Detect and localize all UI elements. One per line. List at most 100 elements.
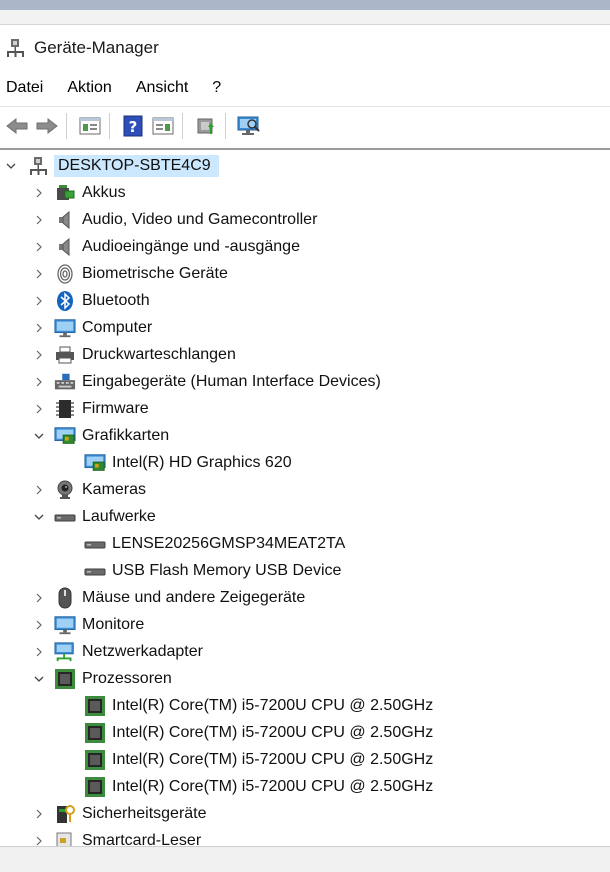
tree-item-label[interactable]: Biometrische Geräte bbox=[82, 265, 228, 283]
svg-text:?: ? bbox=[129, 118, 138, 136]
menu-bar: Datei Aktion Ansicht ? bbox=[0, 72, 610, 104]
tree-item-cameras[interactable]: Kameras bbox=[0, 476, 610, 503]
tree-item-label[interactable]: Audioeingänge und -ausgänge bbox=[82, 238, 300, 256]
tree-item-label[interactable]: Monitore bbox=[82, 616, 144, 634]
tree-item-label[interactable]: Druckwarteschlangen bbox=[82, 346, 236, 364]
chevron-right-icon[interactable] bbox=[32, 294, 46, 308]
tree-device-cpu-0[interactable]: Intel(R) Core(TM) i5-7200U CPU @ 2.50GHz bbox=[0, 692, 610, 719]
chevron-down-icon[interactable] bbox=[32, 672, 46, 686]
tree-item-label[interactable]: Firmware bbox=[82, 400, 149, 418]
tree-item-label[interactable]: Intel(R) Core(TM) i5-7200U CPU @ 2.50GHz bbox=[112, 751, 433, 769]
help-icon[interactable]: ? bbox=[120, 113, 146, 139]
tree-item-label[interactable]: Computer bbox=[82, 319, 152, 337]
bluetooth-icon bbox=[54, 290, 76, 312]
chevron-right-icon[interactable] bbox=[32, 348, 46, 362]
chevron-right-icon[interactable] bbox=[32, 645, 46, 659]
processor-icon bbox=[84, 695, 106, 717]
network-icon bbox=[54, 641, 76, 663]
tree-item-network[interactable]: Netzwerkadapter bbox=[0, 638, 610, 665]
tree-item-label[interactable]: Laufwerke bbox=[82, 508, 156, 526]
chevron-right-icon[interactable] bbox=[32, 213, 46, 227]
chevron-right-icon[interactable] bbox=[32, 186, 46, 200]
computer-root-icon bbox=[28, 155, 50, 177]
tree-root-row[interactable]: DESKTOP-SBTE4C9 bbox=[0, 152, 610, 179]
display-adapter-icon bbox=[54, 425, 76, 447]
back-arrow-icon[interactable] bbox=[4, 113, 30, 139]
toolbar-separator bbox=[66, 113, 67, 139]
fingerprint-icon bbox=[54, 263, 76, 285]
display-adapter-icon bbox=[84, 452, 106, 474]
tree-device-cpu-3[interactable]: Intel(R) Core(TM) i5-7200U CPU @ 2.50GHz bbox=[0, 773, 610, 800]
tree-item-audio-io[interactable]: Audioeingänge und -ausgänge bbox=[0, 233, 610, 260]
tree-item-label[interactable]: Kameras bbox=[82, 481, 146, 499]
tree-device-cpu-2[interactable]: Intel(R) Core(TM) i5-7200U CPU @ 2.50GHz bbox=[0, 746, 610, 773]
tree-device-cpu-1[interactable]: Intel(R) Core(TM) i5-7200U CPU @ 2.50GHz bbox=[0, 719, 610, 746]
tree-item-graphics[interactable]: Grafikkarten bbox=[0, 422, 610, 449]
tree-item-label[interactable]: Audio, Video und Gamecontroller bbox=[82, 211, 317, 229]
tree-root-label[interactable]: DESKTOP-SBTE4C9 bbox=[54, 154, 219, 177]
tree-item-monitors[interactable]: Monitore bbox=[0, 611, 610, 638]
tree-device-lense-ssd[interactable]: LENSE20256GMSP34MEAT2TA bbox=[0, 530, 610, 557]
tree-item-akkus[interactable]: Akkus bbox=[0, 179, 610, 206]
tree-device-usb-flash[interactable]: USB Flash Memory USB Device bbox=[0, 557, 610, 584]
properties-icon[interactable] bbox=[150, 113, 176, 139]
tree-device-intel-hd-620[interactable]: Intel(R) HD Graphics 620 bbox=[0, 449, 610, 476]
tree-item-print-queues[interactable]: Druckwarteschlangen bbox=[0, 341, 610, 368]
tree-item-hid[interactable]: Eingabegeräte (Human Interface Devices) bbox=[0, 368, 610, 395]
tree-item-label[interactable]: Grafikkarten bbox=[82, 427, 169, 445]
chevron-down-icon[interactable] bbox=[32, 429, 46, 443]
tree-item-biometric[interactable]: Biometrische Geräte bbox=[0, 260, 610, 287]
tree-item-label[interactable]: USB Flash Memory USB Device bbox=[112, 562, 341, 580]
tree-item-audio-video[interactable]: Audio, Video und Gamecontroller bbox=[0, 206, 610, 233]
tree-item-drives[interactable]: Laufwerke bbox=[0, 503, 610, 530]
security-device-icon bbox=[54, 803, 76, 825]
device-manager-icon bbox=[6, 38, 26, 58]
tree-item-label[interactable]: Eingabegeräte (Human Interface Devices) bbox=[82, 373, 381, 391]
tree-item-label[interactable]: Sicherheitsgeräte bbox=[82, 805, 207, 823]
chevron-right-icon[interactable] bbox=[32, 402, 46, 416]
menu-ansicht[interactable]: Ansicht bbox=[130, 79, 200, 97]
tree-item-smartcard[interactable]: Smartcard-Leser bbox=[0, 827, 610, 848]
chevron-right-icon[interactable] bbox=[32, 618, 46, 632]
chevron-right-icon[interactable] bbox=[32, 321, 46, 335]
tree-item-firmware[interactable]: Firmware bbox=[0, 395, 610, 422]
tree-item-label[interactable]: Intel(R) Core(TM) i5-7200U CPU @ 2.50GHz bbox=[112, 697, 433, 715]
tree-item-bluetooth[interactable]: Bluetooth bbox=[0, 287, 610, 314]
tree-item-mice[interactable]: Mäuse und andere Zeigegeräte bbox=[0, 584, 610, 611]
processor-icon bbox=[84, 749, 106, 771]
chevron-right-icon[interactable] bbox=[32, 240, 46, 254]
tree-item-label[interactable]: LENSE20256GMSP34MEAT2TA bbox=[112, 535, 345, 553]
tree-item-label[interactable]: Prozessoren bbox=[82, 670, 172, 688]
chip-icon bbox=[54, 398, 76, 420]
scan-hardware-icon[interactable] bbox=[236, 113, 262, 139]
menu-help[interactable]: ? bbox=[206, 79, 233, 97]
drive-icon bbox=[54, 506, 76, 528]
chevron-right-icon[interactable] bbox=[32, 483, 46, 497]
processor-icon bbox=[84, 776, 106, 798]
menu-datei[interactable]: Datei bbox=[0, 79, 55, 97]
chevron-down-icon[interactable] bbox=[4, 159, 18, 173]
speaker-icon bbox=[54, 236, 76, 258]
tree-item-label[interactable]: Netzwerkadapter bbox=[82, 643, 203, 661]
menu-aktion[interactable]: Aktion bbox=[61, 79, 123, 97]
tree-item-computer[interactable]: Computer bbox=[0, 314, 610, 341]
tree-item-processors[interactable]: Prozessoren bbox=[0, 665, 610, 692]
tree-item-security[interactable]: Sicherheitsgeräte bbox=[0, 800, 610, 827]
tree-item-label[interactable]: Akkus bbox=[82, 184, 126, 202]
show-hide-tree-icon[interactable] bbox=[77, 113, 103, 139]
chevron-right-icon[interactable] bbox=[32, 375, 46, 389]
tree-item-label[interactable]: Bluetooth bbox=[82, 292, 150, 310]
drive-icon bbox=[84, 560, 106, 582]
window-frame-strip bbox=[0, 10, 610, 25]
chevron-down-icon[interactable] bbox=[32, 510, 46, 524]
tree-item-label[interactable]: Intel(R) HD Graphics 620 bbox=[112, 454, 292, 472]
update-driver-icon[interactable] bbox=[193, 113, 219, 139]
forward-arrow-icon[interactable] bbox=[34, 113, 60, 139]
tree-item-label[interactable]: Intel(R) Core(TM) i5-7200U CPU @ 2.50GHz bbox=[112, 724, 433, 742]
tree-item-label[interactable]: Mäuse und andere Zeigegeräte bbox=[82, 589, 305, 607]
tree-item-label[interactable]: Intel(R) Core(TM) i5-7200U CPU @ 2.50GHz bbox=[112, 778, 433, 796]
chevron-right-icon[interactable] bbox=[32, 807, 46, 821]
battery-icon bbox=[54, 182, 76, 204]
chevron-right-icon[interactable] bbox=[32, 267, 46, 281]
chevron-right-icon[interactable] bbox=[32, 591, 46, 605]
